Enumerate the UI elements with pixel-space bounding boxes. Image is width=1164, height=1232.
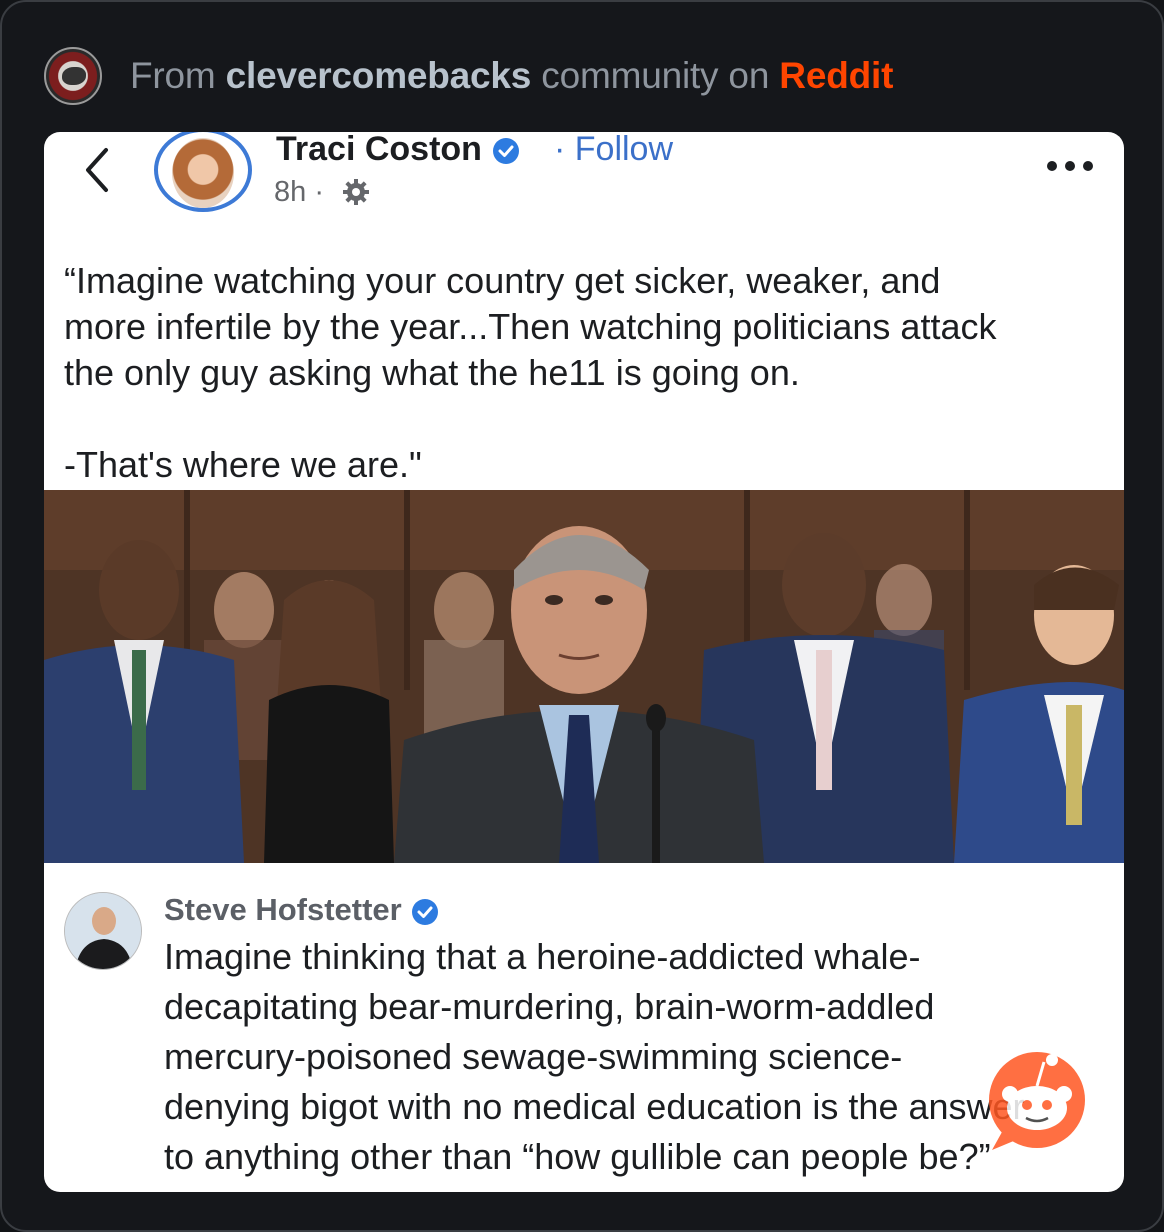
more-dots-icon[interactable] (1044, 154, 1096, 178)
commenter-name-text[interactable]: Steve Hofstetter (164, 892, 402, 927)
poster-avatar[interactable] (154, 132, 252, 212)
post-time: 8h · (274, 176, 324, 208)
post-text-line: “Imagine watching your country get sicke… (64, 260, 941, 301)
comment-text-line: Imagine thinking that a heroine-addicted… (164, 936, 921, 977)
verified-badge-icon (412, 898, 439, 925)
source-line: From clevercomebacks community on Reddit (130, 55, 893, 97)
hearing-photo-illustration (44, 490, 1124, 863)
comment-text-line: decapitating bear-murdering, brain-worm-… (164, 986, 935, 1027)
poster-name-text[interactable]: Traci Coston (276, 132, 482, 168)
post-text-line: -That's where we are." (64, 444, 422, 485)
post-card: Traci Coston · Follow 8h · “Imagine watc… (44, 132, 1124, 1192)
commenter-avatar[interactable] (64, 892, 142, 970)
source-middle: community on (541, 55, 770, 96)
embed-frame: From clevercomebacks community on Reddit… (0, 0, 1164, 1232)
community-header[interactable]: From clevercomebacks community on Reddit (44, 46, 893, 106)
chevron-left-icon[interactable] (78, 142, 118, 198)
reddit-snoo-icon (989, 1052, 1085, 1150)
reddit-link[interactable]: Reddit (779, 55, 893, 96)
community-avatar[interactable] (44, 47, 102, 105)
post-text-line: the only guy asking what the he11 is goi… (64, 352, 800, 393)
comment-text-line: to anything other than “how gullible can… (164, 1136, 991, 1177)
gear-icon (343, 179, 369, 205)
community-link[interactable]: clevercomebacks (226, 55, 532, 96)
comment-text-line: mercury-poisoned sewage-swimming science… (164, 1036, 903, 1077)
post-photo[interactable] (44, 490, 1124, 863)
comment-text: Imagine thinking that a heroine-addicted… (164, 932, 1094, 1182)
comment-text-line: denying bigot with no medical education … (164, 1086, 1025, 1127)
follow-link[interactable]: · Follow (554, 132, 673, 169)
poster-name[interactable]: Traci Coston (276, 132, 521, 169)
commenter-name[interactable]: Steve Hofstetter (164, 892, 440, 928)
post-text-line: more infertile by the year...Then watchi… (64, 306, 997, 347)
source-prefix: From (130, 55, 216, 96)
post-text: “Imagine watching your country get sicke… (64, 258, 1104, 488)
verified-badge-icon (493, 138, 520, 165)
